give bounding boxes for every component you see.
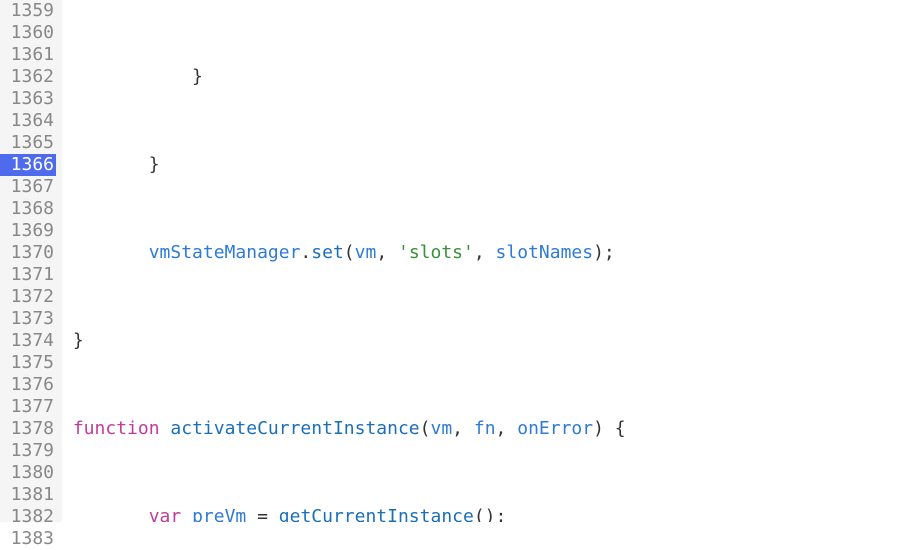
- brace: }: [149, 154, 160, 175]
- line-number-gutter: 1359136013611362136313641365136613671368…: [0, 0, 62, 522]
- code-line: var preVm = getCurrentInstance();preVm =…: [62, 506, 914, 522]
- code-line: }: [62, 66, 914, 88]
- line-number: 1372: [0, 286, 56, 308]
- line-number: 1363: [0, 88, 56, 110]
- line-number: 1367: [0, 176, 56, 198]
- line-number: 1377: [0, 396, 56, 418]
- line-number: 1364: [0, 110, 56, 132]
- line-number: 1380: [0, 462, 56, 484]
- line-number: 1375: [0, 352, 56, 374]
- line-number: 1382: [0, 506, 56, 528]
- line-number: 1368: [0, 198, 56, 220]
- method-name: set: [311, 242, 344, 263]
- code-line: function activateCurrentInstance(vm, fn,…: [62, 418, 914, 440]
- line-number: 1359: [0, 0, 56, 22]
- line-number: 1379: [0, 440, 56, 462]
- line-number: 1371: [0, 264, 56, 286]
- line-number: 1360: [0, 22, 56, 44]
- code-editor[interactable]: 1359136013611362136313641365136613671368…: [0, 0, 914, 522]
- function-name: activateCurrentInstance: [170, 418, 419, 439]
- line-number: 1366: [0, 154, 56, 176]
- line-number: 1362: [0, 66, 56, 88]
- brace: }: [192, 66, 203, 87]
- identifier: vmStateManager: [149, 242, 301, 263]
- line-number: 1374: [0, 330, 56, 352]
- line-number: 1378: [0, 418, 56, 440]
- line-number: 1376: [0, 374, 56, 396]
- keyword-function: function: [73, 418, 160, 439]
- line-number: 1383: [0, 528, 56, 550]
- string-literal: 'slots': [398, 242, 474, 263]
- line-number: 1369: [0, 220, 56, 242]
- line-number: 1370: [0, 242, 56, 264]
- code-area[interactable]: } } vmStateManager.set(vm, 'slots', slot…: [62, 0, 914, 522]
- code-line: vmStateManager.set(vm, 'slots', slotName…: [62, 242, 914, 264]
- line-number: 1361: [0, 44, 56, 66]
- line-number: 1373: [0, 308, 56, 330]
- keyword-var: var: [149, 506, 182, 522]
- code-line: }: [62, 154, 914, 176]
- line-number: 1381: [0, 484, 56, 506]
- code-line: }: [62, 330, 914, 352]
- line-number: 1365: [0, 132, 56, 154]
